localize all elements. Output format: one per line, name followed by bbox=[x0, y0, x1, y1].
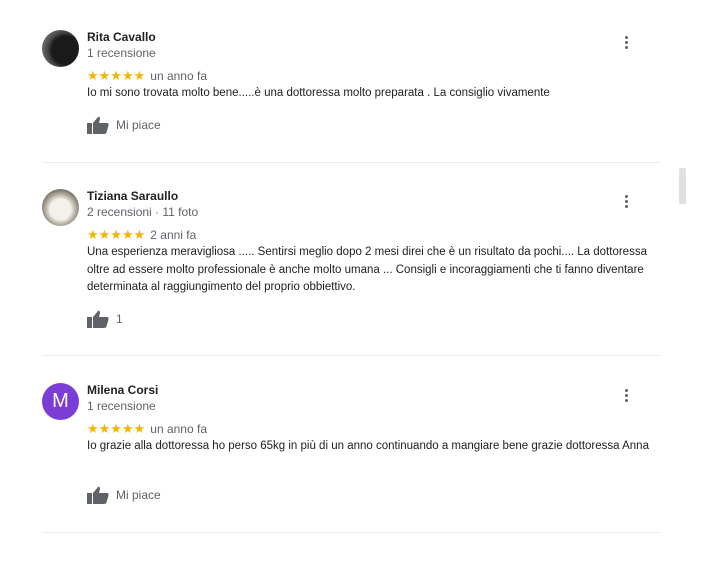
reviewer-name[interactable]: Milena Corsi bbox=[87, 383, 158, 397]
more-options-icon[interactable] bbox=[620, 195, 632, 213]
rating-row: ★★★★★ un anno fa bbox=[87, 421, 207, 437]
divider bbox=[42, 162, 660, 163]
avatar-letter: M bbox=[52, 390, 69, 412]
review-text: Io mi sono trovata molto bene.....è una … bbox=[87, 87, 550, 99]
like-count: 1 bbox=[116, 312, 123, 326]
review-time: un anno fa bbox=[150, 422, 207, 436]
like-label: Mi piace bbox=[116, 118, 161, 132]
avatar[interactable] bbox=[42, 30, 79, 67]
avatar[interactable] bbox=[42, 189, 79, 226]
like-button[interactable]: Mi piace bbox=[87, 116, 161, 134]
reviewer-meta: 1 recensione bbox=[87, 399, 156, 413]
star-rating: ★★★★★ bbox=[87, 421, 146, 436]
like-button[interactable]: 1 bbox=[87, 310, 123, 328]
reviewer-name[interactable]: Rita Cavallo bbox=[87, 30, 156, 44]
like-button[interactable]: Mi piace bbox=[87, 486, 161, 504]
review-text: Una esperienza meravigliosa ..... Sentir… bbox=[87, 246, 647, 293]
more-options-icon[interactable] bbox=[620, 36, 632, 54]
thumbs-up-icon bbox=[87, 486, 109, 504]
like-label: Mi piace bbox=[116, 488, 161, 502]
divider bbox=[42, 355, 660, 356]
divider bbox=[42, 532, 660, 533]
reviewer-name[interactable]: Tiziana Saraullo bbox=[87, 189, 178, 203]
more-options-icon[interactable] bbox=[620, 389, 632, 407]
review-text: Io grazie alla dottoressa ho perso 65kg … bbox=[87, 440, 649, 452]
thumbs-up-icon bbox=[87, 310, 109, 328]
rating-row: ★★★★★ un anno fa bbox=[87, 68, 207, 84]
star-rating: ★★★★★ bbox=[87, 68, 146, 83]
star-rating: ★★★★★ bbox=[87, 227, 146, 242]
rating-row: ★★★★★ 2 anni fa bbox=[87, 227, 196, 243]
review-time: un anno fa bbox=[150, 69, 207, 83]
reviewer-meta: 1 recensione bbox=[87, 46, 156, 60]
thumbs-up-icon bbox=[87, 116, 109, 134]
scrollbar-thumb[interactable] bbox=[679, 168, 686, 204]
reviewer-meta: 2 recensioni · 11 foto bbox=[87, 205, 199, 219]
avatar[interactable]: M bbox=[42, 383, 79, 420]
review-time: 2 anni fa bbox=[150, 228, 197, 242]
